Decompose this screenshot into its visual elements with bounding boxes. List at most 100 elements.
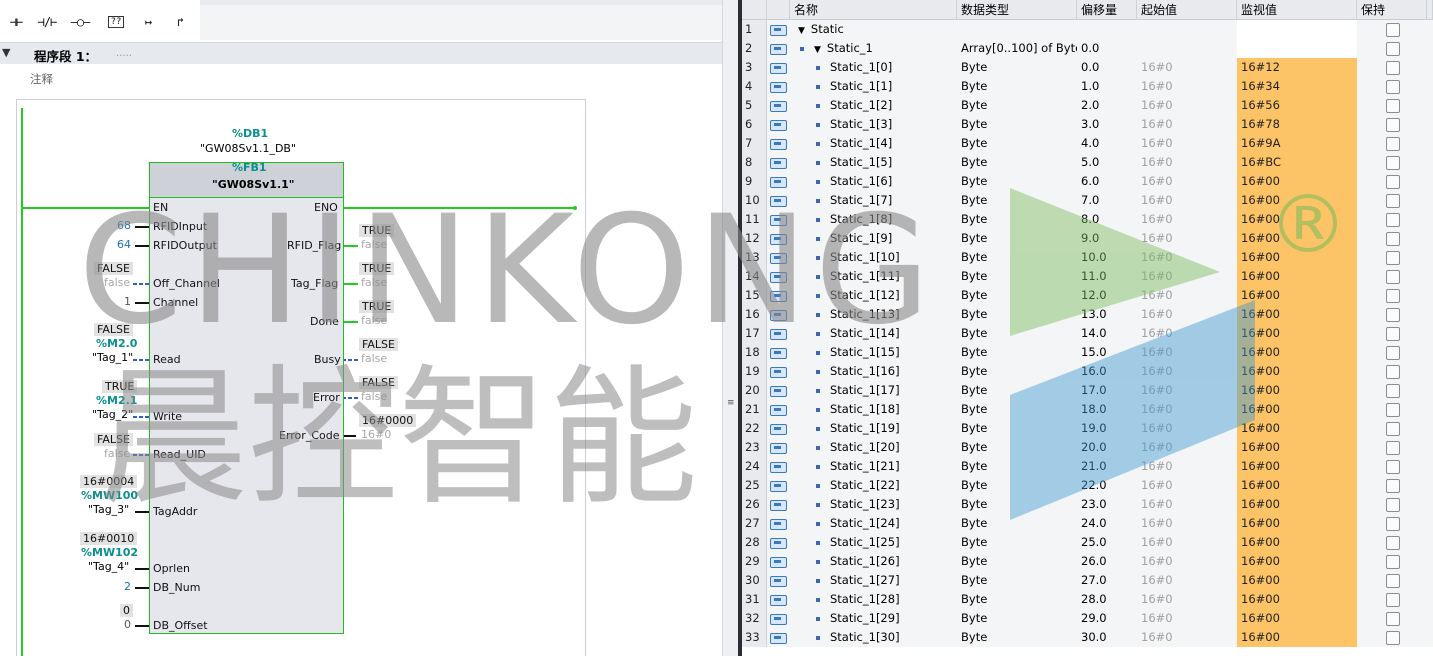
row-name[interactable]: Static_1[30]: [790, 628, 957, 647]
row-name[interactable]: Static_1[15]: [790, 343, 957, 362]
row-datatype[interactable]: Byte: [957, 305, 1077, 324]
row-name[interactable]: Static_1[12]: [790, 286, 957, 305]
table-row[interactable]: 1 ▼ Static: [742, 20, 1433, 39]
row-datatype[interactable]: Byte: [957, 134, 1077, 153]
row-start-value[interactable]: 16#0: [1137, 77, 1237, 96]
header-datatype[interactable]: 数据类型: [957, 0, 1077, 20]
row-start-value[interactable]: 16#0: [1137, 134, 1237, 153]
row-datatype[interactable]: Byte: [957, 286, 1077, 305]
row-datatype[interactable]: Array[0..100] of Byte: [957, 39, 1077, 58]
row-name[interactable]: Static_1[1]: [790, 77, 957, 96]
row-datatype[interactable]: Byte: [957, 590, 1077, 609]
row-datatype[interactable]: Byte: [957, 324, 1077, 343]
header-monitor-value[interactable]: 监视值: [1237, 0, 1357, 20]
oprlen-address[interactable]: %MW102: [81, 546, 138, 559]
row-datatype[interactable]: Byte: [957, 77, 1077, 96]
row-start-value[interactable]: 16#0: [1137, 400, 1237, 419]
row-start-value[interactable]: 16#0: [1137, 514, 1237, 533]
row-start-value[interactable]: 16#0: [1137, 153, 1237, 172]
row-start-value[interactable]: 16#0: [1137, 324, 1237, 343]
retain-checkbox[interactable]: [1386, 631, 1400, 645]
retain-checkbox[interactable]: [1386, 289, 1400, 303]
row-datatype[interactable]: Byte: [957, 58, 1077, 77]
error-code-actual[interactable]: 16#0: [361, 428, 391, 441]
retain-checkbox[interactable]: [1386, 232, 1400, 246]
row-datatype[interactable]: [957, 20, 1077, 39]
retain-checkbox[interactable]: [1386, 61, 1400, 75]
row-start-value[interactable]: 16#0: [1137, 210, 1237, 229]
row-start-value[interactable]: 16#0: [1137, 267, 1237, 286]
row-name[interactable]: Static_1[19]: [790, 419, 957, 438]
retain-checkbox[interactable]: [1386, 574, 1400, 588]
row-datatype[interactable]: Byte: [957, 400, 1077, 419]
tag-flag-actual[interactable]: false: [361, 276, 387, 289]
table-row[interactable]: 12 Static_1[9] Byte 9.0 16#0 16#00: [742, 229, 1433, 248]
row-start-value[interactable]: 16#0: [1137, 305, 1237, 324]
row-start-value[interactable]: 16#0: [1137, 381, 1237, 400]
retain-checkbox[interactable]: [1386, 213, 1400, 227]
table-row[interactable]: 10 Static_1[7] Byte 7.0 16#0 16#00: [742, 191, 1433, 210]
table-row[interactable]: 32 Static_1[29] Byte 29.0 16#0 16#00: [742, 609, 1433, 628]
row-datatype[interactable]: Byte: [957, 362, 1077, 381]
row-start-value[interactable]: 16#0: [1137, 457, 1237, 476]
row-name[interactable]: Static_1[4]: [790, 134, 957, 153]
row-datatype[interactable]: Byte: [957, 571, 1077, 590]
header-name[interactable]: 名称: [790, 0, 957, 20]
retain-checkbox[interactable]: [1386, 327, 1400, 341]
table-row[interactable]: 19 Static_1[16] Byte 16.0 16#0 16#00: [742, 362, 1433, 381]
table-row[interactable]: 14 Static_1[11] Byte 11.0 16#0 16#00: [742, 267, 1433, 286]
row-name[interactable]: Static_1[3]: [790, 115, 957, 134]
retain-checkbox[interactable]: [1386, 346, 1400, 360]
retain-checkbox[interactable]: [1386, 156, 1400, 170]
read-address[interactable]: %M2.0: [96, 337, 137, 350]
table-row[interactable]: 28 Static_1[25] Byte 25.0 16#0 16#00: [742, 533, 1433, 552]
row-name[interactable]: Static_1[9]: [790, 229, 957, 248]
retain-checkbox[interactable]: [1386, 365, 1400, 379]
table-row[interactable]: 2 ▼ Static_1 Array[0..100] of Byte 0.0: [742, 39, 1433, 58]
retain-checkbox[interactable]: [1386, 555, 1400, 569]
row-datatype[interactable]: Byte: [957, 628, 1077, 647]
row-name[interactable]: ▼ Static_1: [790, 39, 957, 58]
header-retain[interactable]: 保持: [1357, 0, 1427, 20]
row-datatype[interactable]: Byte: [957, 438, 1077, 457]
row-datatype[interactable]: Byte: [957, 172, 1077, 191]
row-name[interactable]: Static_1[5]: [790, 153, 957, 172]
row-name[interactable]: ▼ Static: [790, 20, 957, 39]
rfidoutput-actual[interactable]: 64: [117, 238, 131, 251]
table-row[interactable]: 18 Static_1[15] Byte 15.0 16#0 16#00: [742, 343, 1433, 362]
row-start-value[interactable]: 16#0: [1137, 590, 1237, 609]
table-row[interactable]: 15 Static_1[12] Byte 12.0 16#0 16#00: [742, 286, 1433, 305]
table-row[interactable]: 8 Static_1[5] Byte 5.0 16#0 16#BC: [742, 153, 1433, 172]
row-start-value[interactable]: 16#0: [1137, 609, 1237, 628]
row-name[interactable]: Static_1[26]: [790, 552, 957, 571]
table-row[interactable]: 20 Static_1[17] Byte 17.0 16#0 16#00: [742, 381, 1433, 400]
busy-actual[interactable]: false: [361, 352, 387, 365]
row-name[interactable]: Static_1[20]: [790, 438, 957, 457]
row-name[interactable]: Static_1[6]: [790, 172, 957, 191]
row-name[interactable]: Static_1[17]: [790, 381, 957, 400]
table-row[interactable]: 9 Static_1[6] Byte 6.0 16#0 16#00: [742, 172, 1433, 191]
row-datatype[interactable]: Byte: [957, 96, 1077, 115]
row-name[interactable]: Static_1[25]: [790, 533, 957, 552]
retain-checkbox[interactable]: [1386, 251, 1400, 265]
rfid-flag-actual[interactable]: false: [361, 238, 387, 251]
read-tag[interactable]: "Tag_1": [92, 351, 133, 364]
row-name[interactable]: Static_1[13]: [790, 305, 957, 324]
row-name[interactable]: Static_1[14]: [790, 324, 957, 343]
tagaddr-tag[interactable]: "Tag_3": [88, 503, 129, 516]
table-row[interactable]: 33 Static_1[30] Byte 30.0 16#0 16#00: [742, 628, 1433, 647]
row-datatype[interactable]: Byte: [957, 533, 1077, 552]
table-row[interactable]: 6 Static_1[3] Byte 3.0 16#0 16#78: [742, 115, 1433, 134]
row-name[interactable]: Static_1[11]: [790, 267, 957, 286]
splitter-grip-icon[interactable]: ≡: [727, 399, 735, 408]
retain-checkbox[interactable]: [1386, 593, 1400, 607]
expand-triangle-icon[interactable]: ▼: [814, 41, 821, 58]
row-datatype[interactable]: Byte: [957, 514, 1077, 533]
table-row[interactable]: 25 Static_1[22] Byte 22.0 16#0 16#00: [742, 476, 1433, 495]
retain-checkbox[interactable]: [1386, 403, 1400, 417]
table-row[interactable]: 4 Static_1[1] Byte 1.0 16#0 16#34: [742, 77, 1433, 96]
row-start-value[interactable]: 16#0: [1137, 628, 1237, 647]
row-name[interactable]: Static_1[23]: [790, 495, 957, 514]
db-offset-actual[interactable]: 0: [124, 618, 131, 631]
table-row[interactable]: 16 Static_1[13] Byte 13.0 16#0 16#00: [742, 305, 1433, 324]
